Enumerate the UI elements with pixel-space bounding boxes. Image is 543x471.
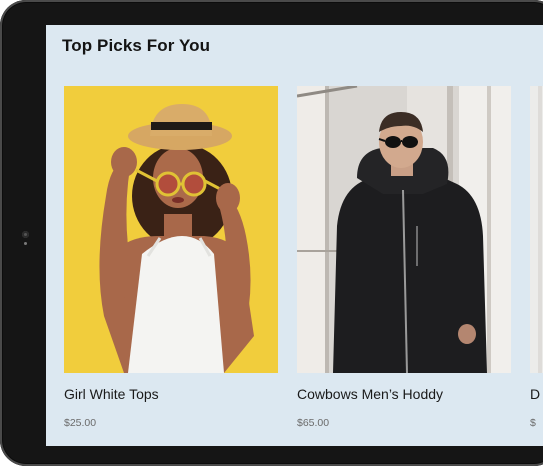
product-image-partial[interactable] bbox=[530, 86, 543, 373]
product-card-mens-hoody[interactable]: Cowbows Men’s Hoddy $65.00 bbox=[297, 86, 511, 429]
product-name[interactable]: D bbox=[530, 386, 540, 402]
tablet-frame: Top Picks For You Girl White Tops $25.00… bbox=[0, 0, 543, 466]
product-name[interactable]: Girl White Tops bbox=[64, 386, 159, 402]
product-card-girl-white-tops[interactable]: Girl White Tops $25.00 bbox=[64, 86, 278, 429]
product-photo bbox=[530, 86, 543, 373]
woman-straw-hat-photo bbox=[64, 86, 278, 373]
tablet-screen: Top Picks For You Girl White Tops $25.00… bbox=[46, 25, 543, 446]
product-price: $25.00 bbox=[64, 417, 97, 429]
product-price: $65.00 bbox=[297, 417, 330, 429]
section-title: Top Picks For You bbox=[62, 36, 211, 55]
product-card-partial[interactable]: D $ bbox=[530, 86, 543, 429]
front-camera bbox=[22, 231, 29, 238]
man-black-hoodie-photo bbox=[297, 86, 511, 373]
product-image-man[interactable] bbox=[297, 86, 511, 373]
product-price: $ bbox=[530, 417, 536, 429]
camera-sensor bbox=[24, 242, 27, 245]
product-name[interactable]: Cowbows Men’s Hoddy bbox=[297, 386, 443, 402]
product-image-woman[interactable] bbox=[64, 86, 278, 373]
